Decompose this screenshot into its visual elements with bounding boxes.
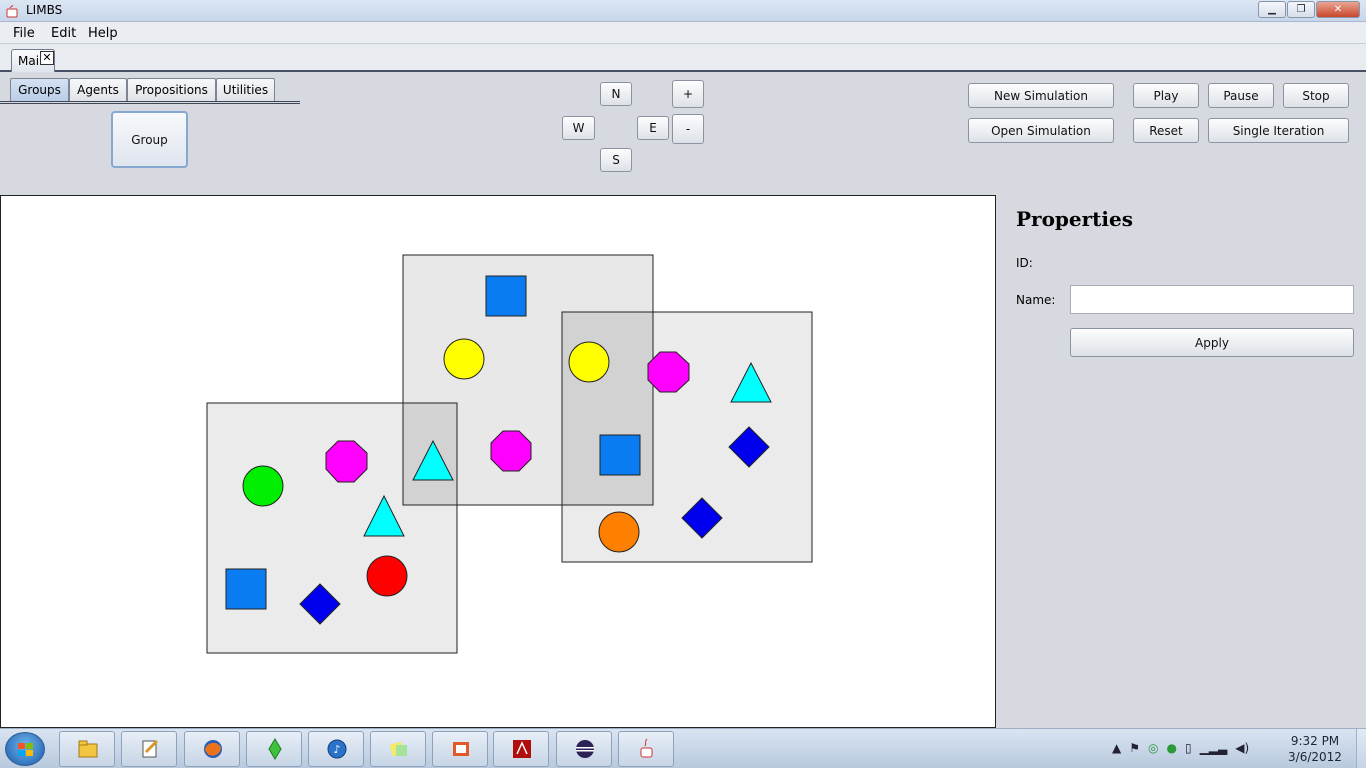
canvas-svg (206, 254, 813, 654)
clock[interactable]: 9:32 PM 3/6/2012 (1282, 733, 1348, 765)
reset-button[interactable]: Reset (1133, 118, 1199, 143)
taskbar-powerpoint[interactable] (432, 731, 488, 767)
sims-icon (268, 738, 282, 760)
taskbar-sticky-notes[interactable] (370, 731, 426, 767)
taskbar-itunes[interactable]: ♪ (308, 731, 364, 767)
tab-divider (0, 101, 300, 104)
svg-text:♪: ♪ (333, 743, 340, 756)
maximize-button[interactable]: ❐ (1287, 1, 1315, 18)
group-button[interactable]: Group (111, 111, 188, 168)
acrobat-icon (513, 740, 531, 758)
apply-button[interactable]: Apply (1070, 328, 1354, 357)
firefox-icon (204, 740, 222, 758)
properties-panel: Properties ID: Name: Apply (996, 195, 1366, 728)
minimize-icon: ▁ (1268, 4, 1276, 15)
restore-icon: ❐ (1296, 4, 1306, 15)
pan-west-button[interactable]: W (562, 116, 595, 140)
pause-button[interactable]: Pause (1208, 83, 1274, 108)
window-title: LIMBS (26, 3, 63, 17)
volume-icon[interactable]: ◀) (1235, 741, 1249, 755)
id-label: ID: (1016, 256, 1033, 270)
tray-app-green-icon[interactable]: ◎ (1148, 741, 1158, 755)
taskbar-acrobat[interactable] (493, 731, 549, 767)
tray-app-sync-icon[interactable]: ● (1166, 741, 1176, 755)
tab-agents[interactable]: Agents (69, 78, 127, 102)
group-overlap (561, 311, 654, 506)
pan-south-button[interactable]: S (600, 148, 632, 172)
play-button[interactable]: Play (1133, 83, 1199, 108)
menu-file[interactable]: File (13, 26, 35, 41)
stop-button[interactable]: Stop (1283, 83, 1349, 108)
tab-groups[interactable]: Groups (10, 78, 69, 102)
agent-circle[interactable] (443, 338, 485, 380)
close-window-button[interactable]: ✕ (1316, 1, 1360, 18)
agent-octagon[interactable] (490, 430, 532, 472)
open-simulation-button[interactable]: Open Simulation (968, 118, 1114, 143)
taskbar-sims[interactable] (246, 731, 302, 767)
taskbar-notepad[interactable] (121, 731, 177, 767)
agent-square[interactable] (225, 568, 267, 610)
agent-circle[interactable] (366, 555, 408, 597)
action-center-flag-icon[interactable]: ⚑ (1129, 741, 1140, 755)
clock-date: 3/6/2012 (1288, 750, 1342, 764)
agent-square[interactable] (485, 275, 527, 317)
taskbar-eclipse[interactable] (556, 731, 612, 767)
tab-main[interactable]: Main ✕ (11, 49, 55, 72)
tab-propositions[interactable]: Propositions (127, 78, 216, 102)
title-bar: LIMBS ▁ ❐ ✕ (0, 0, 1366, 22)
minimize-button[interactable]: ▁ (1258, 1, 1286, 18)
network-signal-icon[interactable]: ▁▂▃ (1200, 741, 1228, 755)
sticky-notes-icon (389, 741, 407, 757)
agent-circle[interactable] (242, 465, 284, 507)
windows-logo-icon (18, 743, 33, 756)
power-plug-icon[interactable]: ▯ (1185, 741, 1192, 755)
taskbar-java[interactable] (618, 731, 674, 767)
agent-octagon[interactable] (647, 351, 690, 393)
taskbar-firefox[interactable] (184, 731, 240, 767)
menu-help[interactable]: Help (88, 26, 118, 41)
pan-east-button[interactable]: E (637, 116, 669, 140)
show-desktop-button[interactable] (1356, 729, 1366, 768)
toolbar-area: Groups Agents Propositions Utilities Gro… (0, 72, 1366, 195)
new-simulation-button[interactable]: New Simulation (968, 83, 1114, 108)
itunes-icon: ♪ (327, 739, 347, 759)
agent-circle[interactable] (598, 511, 640, 553)
java-icon (640, 738, 653, 758)
notepad-icon (142, 739, 159, 758)
pan-north-button[interactable]: N (600, 82, 632, 106)
eclipse-icon (576, 740, 594, 758)
properties-title: Properties (1016, 207, 1133, 231)
taskbar: ♪ ▲ ⚑ ◎ ● ▯ ▁▂▃ ◀) 9:32 PM 3/6/2012 (0, 728, 1366, 768)
zoom-out-button[interactable]: - (672, 114, 704, 144)
close-icon: ✕ (1333, 4, 1343, 15)
clock-time: 9:32 PM (1290, 734, 1340, 748)
single-iteration-button[interactable]: Single Iteration (1208, 118, 1349, 143)
agent-octagon[interactable] (325, 440, 368, 483)
agent-circle[interactable] (568, 341, 610, 383)
simulation-canvas[interactable] (0, 195, 996, 728)
close-tab-icon[interactable]: ✕ (40, 51, 54, 65)
powerpoint-icon (453, 742, 469, 756)
file-explorer-icon (78, 740, 98, 758)
menu-edit[interactable]: Edit (51, 26, 76, 41)
system-tray: ▲ ⚑ ◎ ● ▯ ▁▂▃ ◀) (1112, 741, 1249, 755)
document-tab-strip: Main ✕ (0, 44, 1366, 72)
zoom-in-button[interactable]: + (672, 80, 704, 108)
name-field[interactable] (1070, 285, 1354, 314)
menu-bar: File Edit Help (0, 22, 1366, 44)
start-button[interactable] (5, 732, 45, 766)
java-app-icon (6, 4, 18, 18)
tab-utilities[interactable]: Utilities (216, 78, 275, 102)
taskbar-explorer[interactable] (59, 731, 115, 767)
show-hidden-icons-icon[interactable]: ▲ (1112, 741, 1121, 755)
agent-square[interactable] (599, 434, 641, 476)
name-label: Name: (1016, 293, 1056, 307)
